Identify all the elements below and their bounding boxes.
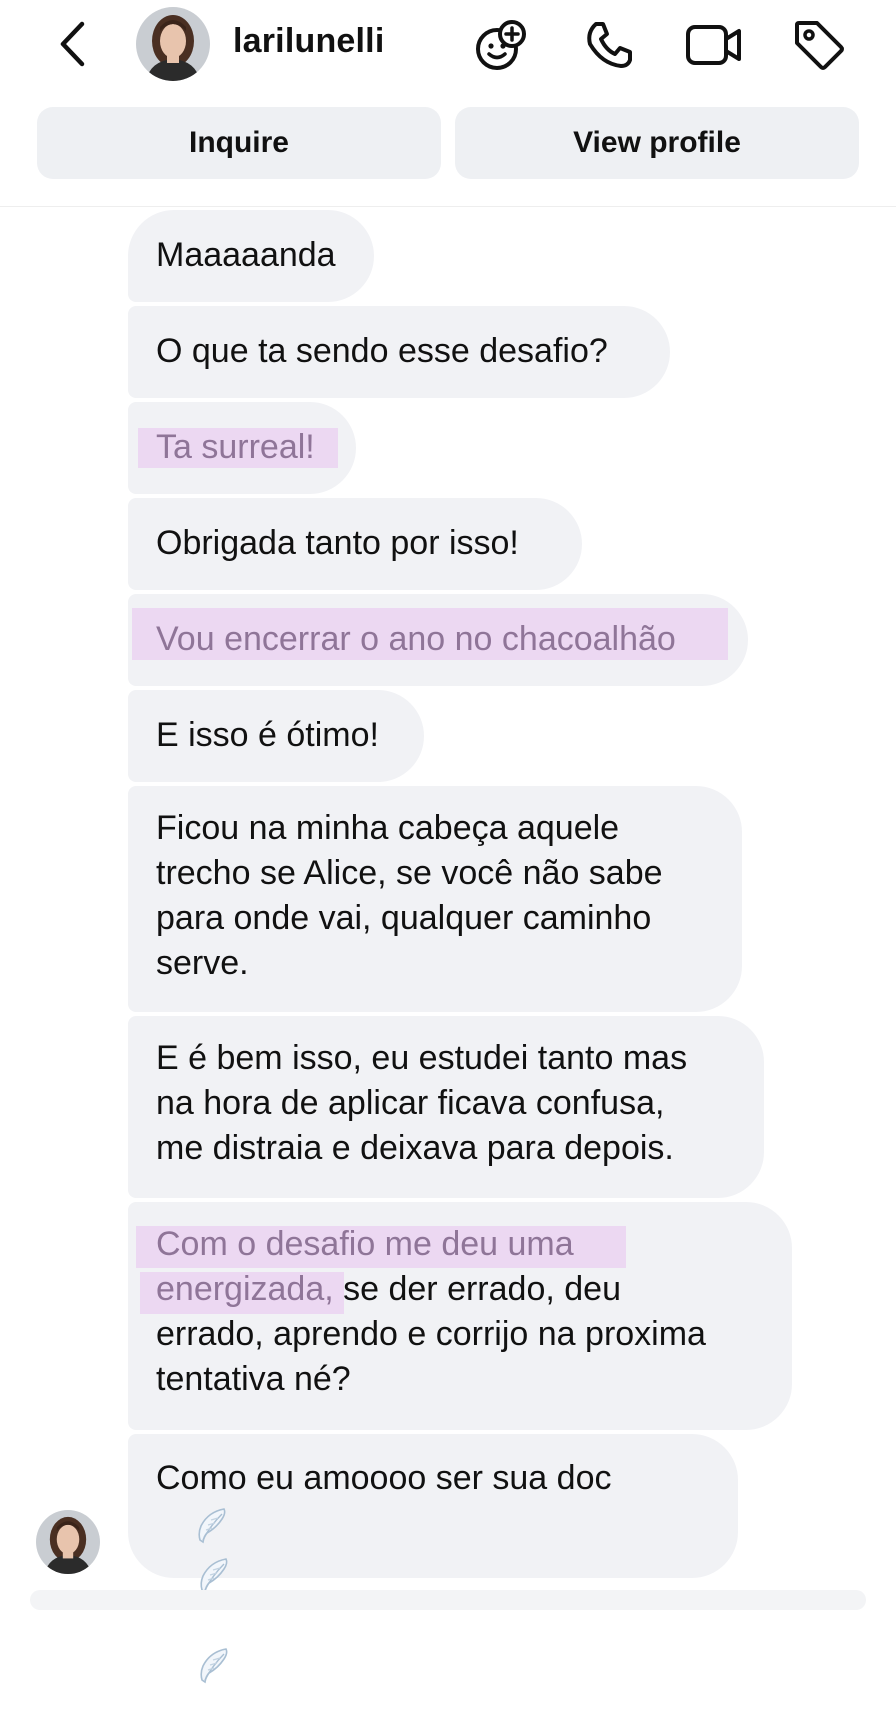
profile-actions: Inquire View profile [37,107,859,181]
message-bubble[interactable]: E isso é ótimo! [128,690,424,782]
view-profile-button[interactable]: View profile [455,107,859,179]
back-button[interactable] [48,18,96,70]
message-text: E é bem isso, eu estudei tanto mas [156,1039,688,1077]
message-text: trecho se Alice, se você não sabe [156,854,663,892]
header-divider [0,206,896,207]
wing-icon [200,1648,228,1684]
message-bubble[interactable]: Maaaaanda [128,210,374,302]
tag-icon [795,21,844,70]
message-text: Obrigada tanto por isso! [156,524,519,562]
message-bubble[interactable]: Ta surreal! [128,402,356,494]
message-text: Vou encerrar o ano no chacoalhão [156,620,676,658]
message-text: energizada, se der errado, deu [156,1267,621,1312]
message-text: tentativa né? [156,1360,351,1398]
add-reaction-button[interactable] [472,16,530,74]
avatar[interactable] [136,7,210,81]
message-bubble[interactable]: Com o desafio me deu uma energizada, se … [128,1202,792,1430]
text-fragment: Como eu amoooo ser sua doc [156,1459,612,1497]
message-bubble[interactable]: E é bem isso, eu estudei tanto mas na ho… [128,1016,764,1198]
message-text: Com o desafio me deu uma [156,1225,574,1263]
message-bubble[interactable]: O que ta sendo esse desafio? [128,306,670,398]
message-text: para onde vai, qualquer caminho [156,899,652,937]
message-text: Ta surreal! [156,428,315,466]
label-button[interactable] [790,16,848,74]
message-text: O que ta sendo esse desafio? [156,332,608,370]
message-text: E isso é ótimo! [156,716,379,754]
text-fragment: se der errado, deu [333,1270,621,1308]
emoji-row [158,1506,232,1731]
message-text: serve. [156,944,249,982]
add-reaction-icon [476,20,526,70]
sender-avatar[interactable] [36,1510,100,1574]
message-text: na hora de aplicar ficava confusa, [156,1084,665,1122]
profile-photo [36,1510,100,1574]
message-text: errado, aprendo e corrijo na proxima [156,1315,706,1353]
message-text: Ficou na minha cabeça aquele [156,809,620,847]
message-bubble[interactable]: Obrigada tanto por isso! [128,498,582,590]
message-text: Maaaaanda [156,236,336,274]
chat-username[interactable]: larilunelli [233,22,384,61]
chat-header: larilunelli [0,0,896,88]
phone-icon [587,22,632,68]
voice-call-button[interactable] [580,16,638,74]
highlighted-fragment: energizada, [156,1270,334,1308]
message-text: me distraia e deixava para depois. [156,1129,674,1167]
message-composer-edge [30,1590,866,1610]
video-camera-icon [686,25,741,65]
inquire-button[interactable]: Inquire [37,107,441,179]
profile-photo [136,7,210,81]
message-bubble[interactable]: Ficou na minha cabeça aquele trecho se A… [128,786,742,1012]
video-call-button[interactable] [685,16,743,74]
message-bubble[interactable]: Como eu amoooo ser sua doc [128,1434,738,1684]
wing-icon [200,1558,228,1594]
back-chevron-icon [60,21,85,67]
message-bubble[interactable]: Vou encerrar o ano no chacoalhão [128,594,748,686]
